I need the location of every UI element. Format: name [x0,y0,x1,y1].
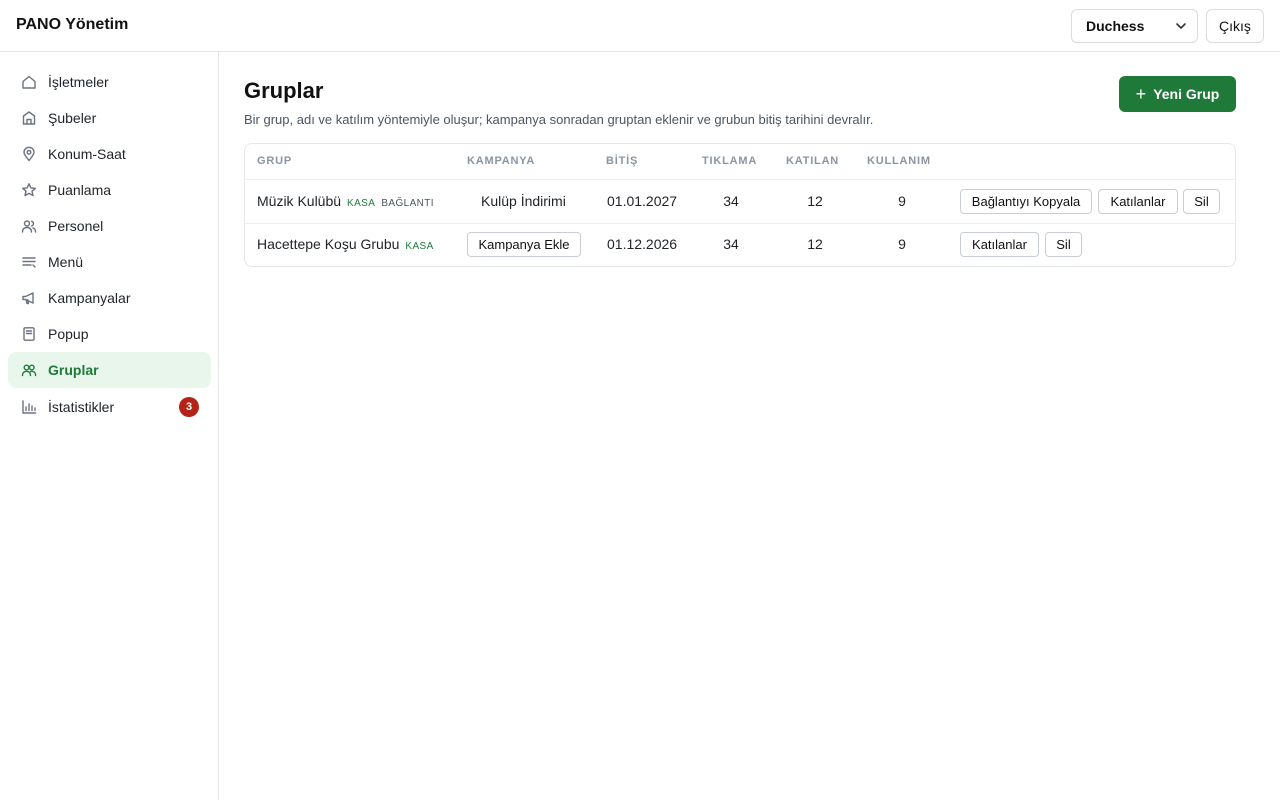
kasa-tag: KASA [347,198,376,209]
sidebar-item-puanlama[interactable]: Puanlama [8,172,211,208]
sidebar-item-label: Menü [48,254,84,270]
end-date: 01.01.2027 [607,193,678,209]
group-icon [20,361,38,379]
sidebar-item-menu[interactable]: Menü [8,244,211,280]
sidebar-item-istatistikler[interactable]: İstatistikler 3 [8,389,211,425]
delete-button[interactable]: Sil [1183,189,1220,214]
sidebar-item-popup[interactable]: Popup [8,316,211,352]
joined-count: 12 [807,236,823,252]
usage-count: 9 [898,193,906,209]
sidebar-item-kampanyalar[interactable]: Kampanyalar [8,280,211,316]
new-group-button-label: Yeni Grup [1153,86,1220,102]
group-name-cell: Müzik Kulübü KASA BAĞLANTI [257,193,434,209]
tenant-select-value: Duchess [1086,18,1145,34]
delete-button[interactable]: Sil [1045,232,1082,257]
participants-button[interactable]: Katılanlar [960,232,1039,257]
sidebar-item-label: Personel [48,218,104,234]
sidebar-item-label: İstatistikler [48,399,115,415]
users-icon [20,217,38,235]
column-header-katilan: KATILAN [786,155,840,167]
sidebar-item-personel[interactable]: Personel [8,208,211,244]
tenant-select[interactable]: Duchess [1071,9,1198,43]
group-name: Müzik Kulübü [257,193,342,209]
sidebar-item-label: Popup [48,326,89,342]
kasa-tag: KASA [405,241,434,252]
list-icon [20,253,38,271]
top-bar: PANO Yönetim Duchess Çıkış [0,0,1280,52]
column-header-kampanya: KAMPANYA [467,155,536,167]
plus-icon: + [1135,84,1147,104]
sidebar-item-label: Konum-Saat [48,146,126,162]
app-title: PANO Yönetim [16,16,129,33]
joined-count: 12 [807,193,823,209]
group-name-cell: Hacettepe Koşu Grubu KASA [257,236,434,252]
clicks-count: 34 [723,193,739,209]
sidebar-item-label: Kampanyalar [48,290,131,306]
bar-chart-icon [20,398,38,416]
copy-link-button[interactable]: Bağlantıyı Kopyala [960,189,1092,214]
sidebar-item-label: İşletmeler [48,74,109,90]
store-icon [20,109,38,127]
column-header-bitis: BİTİŞ [606,155,639,167]
home-icon [20,73,38,91]
sidebar-item-label: Puanlama [48,182,112,198]
map-pin-icon [20,145,38,163]
usage-count: 9 [898,236,906,252]
group-name: Hacettepe Koşu Grubu [257,236,400,252]
page-description: Bir grup, adı ve katılım yöntemiyle oluş… [244,112,874,127]
table-divider [245,223,1235,224]
sidebar-item-gruplar[interactable]: Gruplar [8,352,211,388]
participants-button[interactable]: Katılanlar [1098,189,1178,214]
add-campaign-button[interactable]: Kampanya Ekle [467,232,581,257]
column-header-tiklama: TIKLAMA [702,155,758,167]
notification-badge: 3 [179,397,199,417]
sidebar: İşletmeler Şubeler Konum-Saat Puanlama P… [0,52,219,800]
end-date: 01.12.2026 [607,236,678,252]
clicks-count: 34 [723,236,739,252]
megaphone-icon [20,289,38,307]
new-group-button[interactable]: + Yeni Grup [1119,76,1236,112]
sidebar-item-label: Şubeler [48,110,97,126]
sidebar-item-subeler[interactable]: Şubeler [8,100,211,136]
sidebar-item-konum-saat[interactable]: Konum-Saat [8,136,211,172]
table-divider [245,179,1235,180]
document-icon [20,325,38,343]
campaign-name: Kulüp İndirimi [481,193,566,209]
star-icon [20,181,38,199]
chevron-down-icon [1176,23,1186,29]
logout-button[interactable]: Çıkış [1206,9,1264,43]
page-title: Gruplar [244,78,324,103]
column-header-kullanim: KULLANIM [867,155,931,167]
sidebar-item-label: Gruplar [48,362,99,378]
sidebar-item-isletmeler[interactable]: İşletmeler [8,64,211,100]
column-header-grup: GRUP [257,155,292,167]
groups-table: GRUP KAMPANYA BİTİŞ TIKLAMA KATILAN KULL… [244,143,1236,267]
baglanti-tag: BAĞLANTI [381,198,434,209]
